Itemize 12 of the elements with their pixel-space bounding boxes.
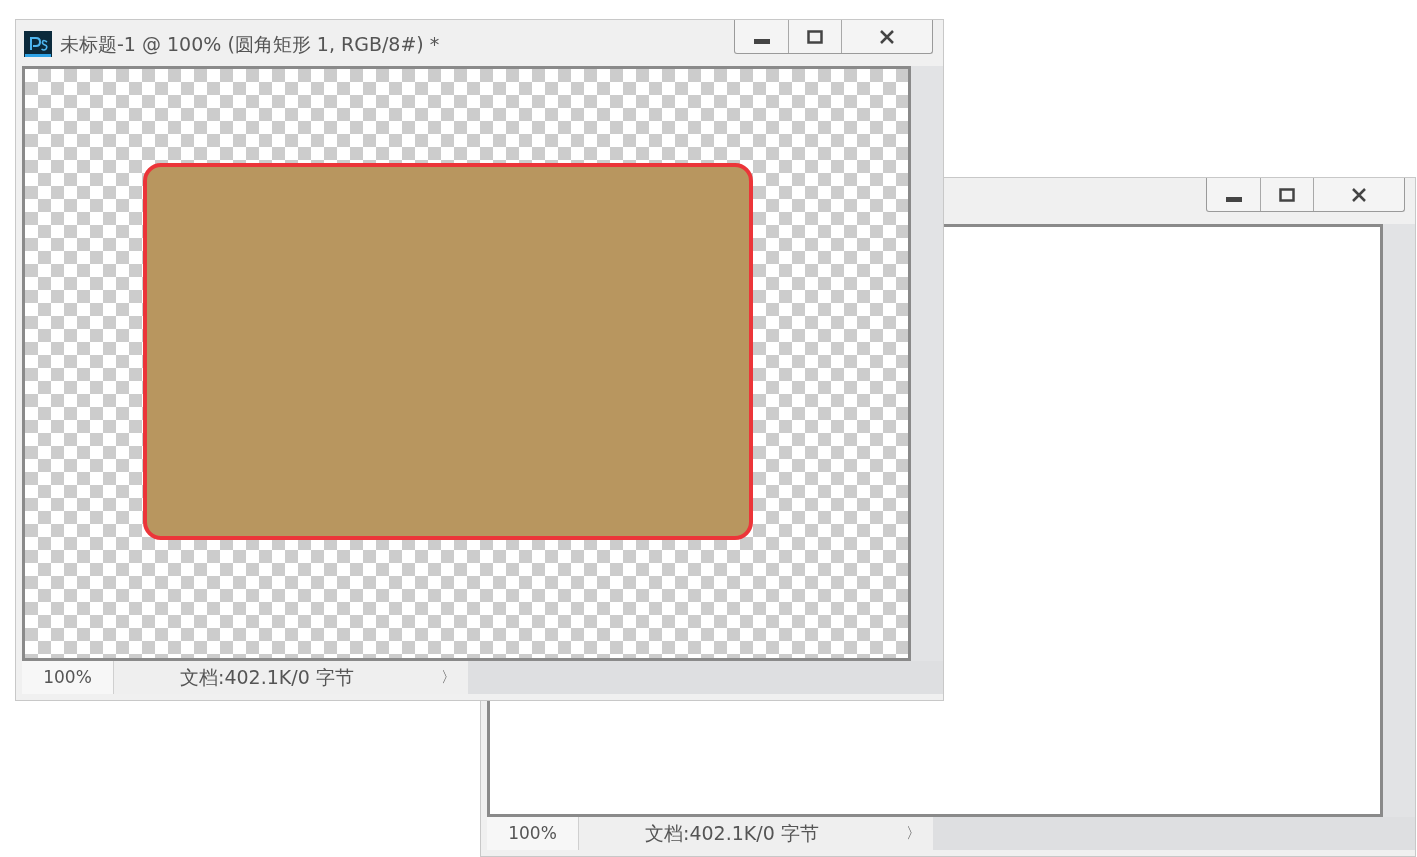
window-title: 未标题-1 @ 100% (圆角矩形 1, RGB/8#) *	[60, 32, 440, 57]
maximize-icon	[807, 29, 823, 44]
close-icon	[1351, 187, 1367, 202]
document-info: 文档:402.1K/0 字节	[645, 821, 820, 847]
app-logo-icon	[24, 31, 52, 58]
zoom-level: 100%	[487, 817, 579, 850]
minimize-icon	[1225, 196, 1242, 203]
document-info: 文档:402.1K/0 字节	[180, 665, 355, 691]
minimize-icon	[753, 38, 770, 45]
maximize-icon	[1279, 187, 1295, 202]
zoom-level: 100%	[22, 661, 114, 694]
close-icon	[879, 29, 895, 44]
